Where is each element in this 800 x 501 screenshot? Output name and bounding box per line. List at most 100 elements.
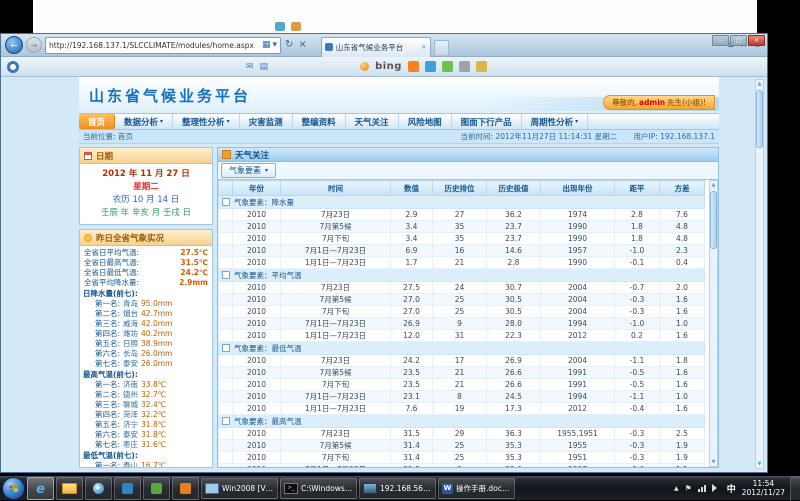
table-row[interactable]: 20107月第5候23.52126.61991-0.51.6 (219, 367, 705, 379)
back-button[interactable]: ← (5, 36, 23, 54)
table-cell: 7月1日—7月23日 (281, 318, 391, 330)
nav-item-1[interactable]: 数据分析▾ (115, 114, 173, 129)
collapse-icon[interactable] (222, 417, 230, 425)
browser-scrollbar[interactable]: ▲ ▼ (755, 79, 764, 469)
toolbar-logo-icon[interactable] (7, 61, 19, 73)
collapse-icon[interactable] (222, 198, 230, 206)
tab-close-icon[interactable]: × (421, 43, 427, 51)
table-cell: 7月23日 (281, 355, 391, 367)
section-header-row[interactable]: 气象要素：降水量 (219, 196, 705, 209)
table-row[interactable]: 20107月下旬27.02530.52004-0.31.6 (219, 306, 705, 318)
compatibility-icon[interactable]: ▦ (262, 41, 271, 50)
show-desktop-button[interactable] (790, 476, 800, 501)
collapse-icon[interactable] (222, 344, 230, 352)
document-icon[interactable]: ▤ (260, 62, 269, 72)
nav-item-7[interactable]: 图面下行产品 (452, 114, 522, 129)
scroll-down-icon[interactable]: ▼ (758, 460, 762, 468)
nav-item-4[interactable]: 整编资料 (293, 114, 346, 129)
scroll-up-icon[interactable]: ▲ (758, 80, 762, 88)
action-center-icon[interactable]: ⚑ (685, 484, 692, 493)
toolbar-app-icon[interactable] (476, 61, 487, 72)
nav-item-2[interactable]: 整理性分析▾ (173, 114, 240, 129)
taskbar-icon-button[interactable] (56, 477, 83, 500)
table-row[interactable]: 20107月第5候31.42535.31955-0.31.9 (219, 440, 705, 452)
volume-icon[interactable] (712, 484, 721, 492)
toolbar-app-icon[interactable] (425, 61, 436, 72)
taskbar-icon-button[interactable] (85, 477, 112, 500)
summary-value: 24.2℃ (180, 268, 208, 278)
column-header: 距平 (615, 181, 660, 196)
table-row[interactable]: 20101月1日—7月23日7.61917.32012-0.41.6 (219, 403, 705, 415)
refresh-icon[interactable]: ↻ (285, 40, 293, 50)
table-row[interactable]: 20107月1日—7月23日26.9928.01994-1.01.0 (219, 318, 705, 330)
rank-label: 第四名: (95, 329, 120, 339)
rank-item: 第五名:济宁31.8℃ (83, 420, 209, 430)
new-tab-button[interactable] (434, 40, 449, 55)
scroll-up-icon[interactable]: ▲ (712, 181, 716, 189)
table-row[interactable]: 20107月23日24.21726.92004-1.11.8 (219, 355, 705, 367)
mail-icon[interactable]: ✉ (246, 62, 254, 72)
row-leading-cell (219, 330, 233, 342)
nav-item-8[interactable]: 周期性分析▾ (522, 114, 589, 129)
table-cell: 23.1 (391, 391, 433, 403)
taskbar-clock[interactable]: 11:54 2012/11/27 (742, 479, 785, 497)
nav-item-3[interactable]: 灾害监测 (240, 114, 293, 129)
toolbar-app-icon[interactable] (408, 61, 419, 72)
table-row[interactable]: 20107月23日31.52936.31955,1951-0.32.5 (219, 428, 705, 440)
task-button[interactable]: Win2008 [VS2... (201, 478, 278, 499)
nav-item-5[interactable]: 天气关注 (346, 114, 399, 129)
table-row[interactable]: 20107月下旬23.52126.61991-0.51.6 (219, 379, 705, 391)
table-row[interactable]: 20107月1日—7月23日23.1824.51994-1.11.0 (219, 391, 705, 403)
table-row[interactable]: 20107月第5候27.02530.52004-0.31.6 (219, 294, 705, 306)
scrollbar-thumb[interactable] (710, 191, 717, 249)
nav-item-6[interactable]: 风险地图 (399, 114, 452, 129)
table-cell: -0.3 (615, 440, 660, 452)
chevron-down-icon: ▾ (160, 118, 163, 125)
nav-item-0[interactable]: 首页 (79, 114, 115, 129)
scrollbar-thumb[interactable] (756, 90, 763, 148)
forward-button[interactable]: → (26, 37, 42, 53)
toolbar-app-icon[interactable] (442, 61, 453, 72)
column-header: 历史排位 (433, 181, 487, 196)
section-header-row[interactable]: 气象要素：最低气温 (219, 342, 705, 355)
close-button[interactable]: × (748, 35, 765, 46)
network-icon[interactable] (698, 485, 706, 492)
start-button[interactable] (2, 477, 25, 500)
task-button[interactable]: C:\Windows\s... (280, 478, 357, 499)
dropdown-arrow-icon[interactable]: ▾ (272, 41, 277, 50)
table-row[interactable]: 20107月1日—7月23日31.5933.01997-1.01.1 (219, 464, 705, 468)
address-bar[interactable]: http://192.168.137.1/SLCCLIMATE/modules/… (45, 37, 281, 54)
scroll-down-icon[interactable]: ▼ (712, 458, 716, 466)
tray-expand-icon[interactable]: ▲ (674, 485, 679, 492)
table-row[interactable]: 20107月23日27.52430.72004-0.72.0 (219, 282, 705, 294)
task-button[interactable]: 操作手册.docx... (438, 478, 515, 499)
collapse-icon[interactable] (222, 271, 230, 279)
current-time: 当前时间: 2012年11月27日 11:14:31 星期二 (461, 132, 618, 141)
section-header-row[interactable]: 气象要素：最高气温 (219, 415, 705, 428)
taskbar-icon-button[interactable] (143, 477, 170, 500)
minimize-button[interactable]: – (712, 35, 729, 46)
maximize-button[interactable]: ▢ (730, 35, 747, 46)
table-row[interactable]: 20101月1日—7月23日12.03122.320120.21.6 (219, 330, 705, 342)
rank-label: 第六名: (95, 349, 120, 359)
taskbar-icon-button[interactable] (172, 477, 199, 500)
table-row[interactable]: 20101月1日—7月23日1.7212.81990-0.10.4 (219, 257, 705, 269)
table-row[interactable]: 20107月第5候3.43523.719901.84.8 (219, 221, 705, 233)
table-row[interactable]: 20107月下旬3.43523.719901.84.8 (219, 233, 705, 245)
stop-icon[interactable]: × (298, 40, 306, 50)
browser-tab[interactable]: 山东省气候业务平台 × (321, 37, 431, 57)
table-cell: -1.0 (615, 318, 660, 330)
task-button[interactable]: 192.168.56.99... (359, 478, 436, 499)
table-scrollbar[interactable]: ▲ ▼ (709, 180, 718, 467)
taskbar-icon-button[interactable] (114, 477, 141, 500)
table-row[interactable]: 20107月1日—7月23日6.91614.61957-1.02.3 (219, 245, 705, 257)
table-row[interactable]: 20107月23日2.92736.219742.87.6 (219, 209, 705, 221)
table-row[interactable]: 20107月下旬31.42535.31951-0.31.9 (219, 452, 705, 464)
language-indicator[interactable]: 中 (727, 482, 736, 495)
taskbar-icon-button[interactable] (27, 477, 54, 500)
toolbar-app-icon[interactable] (459, 61, 470, 72)
section-header-row[interactable]: 气象要素：平均气温 (219, 269, 705, 282)
bing-logo-text[interactable]: bing (375, 61, 402, 72)
element-filter-button[interactable]: 气象要素 ▾ (221, 163, 276, 178)
table-cell: 7月23日 (281, 428, 391, 440)
